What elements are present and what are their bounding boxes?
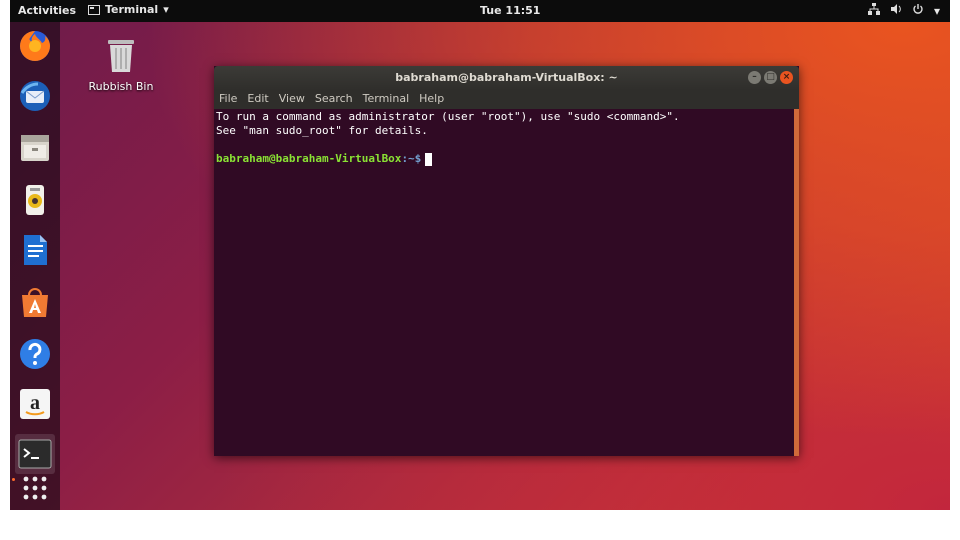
system-tray[interactable]: ▾ [867,3,940,18]
menu-view[interactable]: View [274,90,310,109]
menu-search[interactable]: Search [310,90,358,109]
terminal-line: See "man sudo_root" for details. [216,124,428,137]
show-applications-icon[interactable] [15,468,55,508]
clock[interactable]: Tue 11:51 [480,4,540,17]
dock: a [10,22,60,510]
top-bar: Activities Terminal ▾ Tue 11:51 ▾ [10,0,950,22]
app-menu[interactable]: Terminal ▾ [88,3,169,16]
desktop-screen: Activities Terminal ▾ Tue 11:51 ▾ a Rubb… [10,0,950,510]
window-controls: – □ × [748,71,793,84]
terminal-window[interactable]: babraham@babraham-VirtualBox: ~ – □ × Fi… [214,66,799,456]
prompt-user: babraham@babraham-VirtualBox [216,152,402,165]
text-cursor [425,152,433,166]
rhythmbox-icon[interactable] [15,180,55,220]
window-title: babraham@babraham-VirtualBox: ~ [395,71,618,84]
rubbish-bin[interactable]: Rubbish Bin [82,36,160,93]
terminal-small-icon [88,4,100,15]
scrollbar[interactable] [794,109,799,456]
trash-icon [108,40,134,72]
firefox-icon[interactable] [15,26,55,66]
minimize-button[interactable]: – [748,71,761,84]
chevron-down-icon: ▾ [163,3,169,16]
terminal-output[interactable]: To run a command as administrator (user … [214,109,794,456]
window-titlebar[interactable]: babraham@babraham-VirtualBox: ~ – □ × [214,66,799,90]
chevron-down-icon[interactable]: ▾ [934,4,940,18]
prompt-line: babraham@babraham-VirtualBox:~$ [216,152,794,166]
app-menu-label: Terminal [105,3,159,16]
menu-help[interactable]: Help [414,90,449,109]
activities-button[interactable]: Activities [18,4,76,17]
menu-edit[interactable]: Edit [242,90,273,109]
menu-terminal[interactable]: Terminal [358,90,415,109]
maximize-button[interactable]: □ [764,71,777,84]
close-button[interactable]: × [780,71,793,84]
network-icon[interactable] [867,3,880,18]
files-icon[interactable] [15,128,55,168]
power-icon[interactable] [912,3,924,18]
rubbish-bin-label: Rubbish Bin [88,80,154,93]
menu-bar: File Edit View Search Terminal Help [214,90,799,109]
help-icon[interactable] [15,334,55,374]
svg-text:a: a [30,392,40,414]
thunderbird-icon[interactable] [15,76,55,116]
terminal-line: To run a command as administrator (user … [216,110,680,123]
menu-file[interactable]: File [214,90,242,109]
prompt-path: :~$ [401,152,422,165]
software-icon[interactable] [15,282,55,322]
amazon-icon[interactable]: a [15,384,55,424]
libreoffice-writer-icon[interactable] [15,230,55,270]
volume-icon[interactable] [890,3,902,18]
